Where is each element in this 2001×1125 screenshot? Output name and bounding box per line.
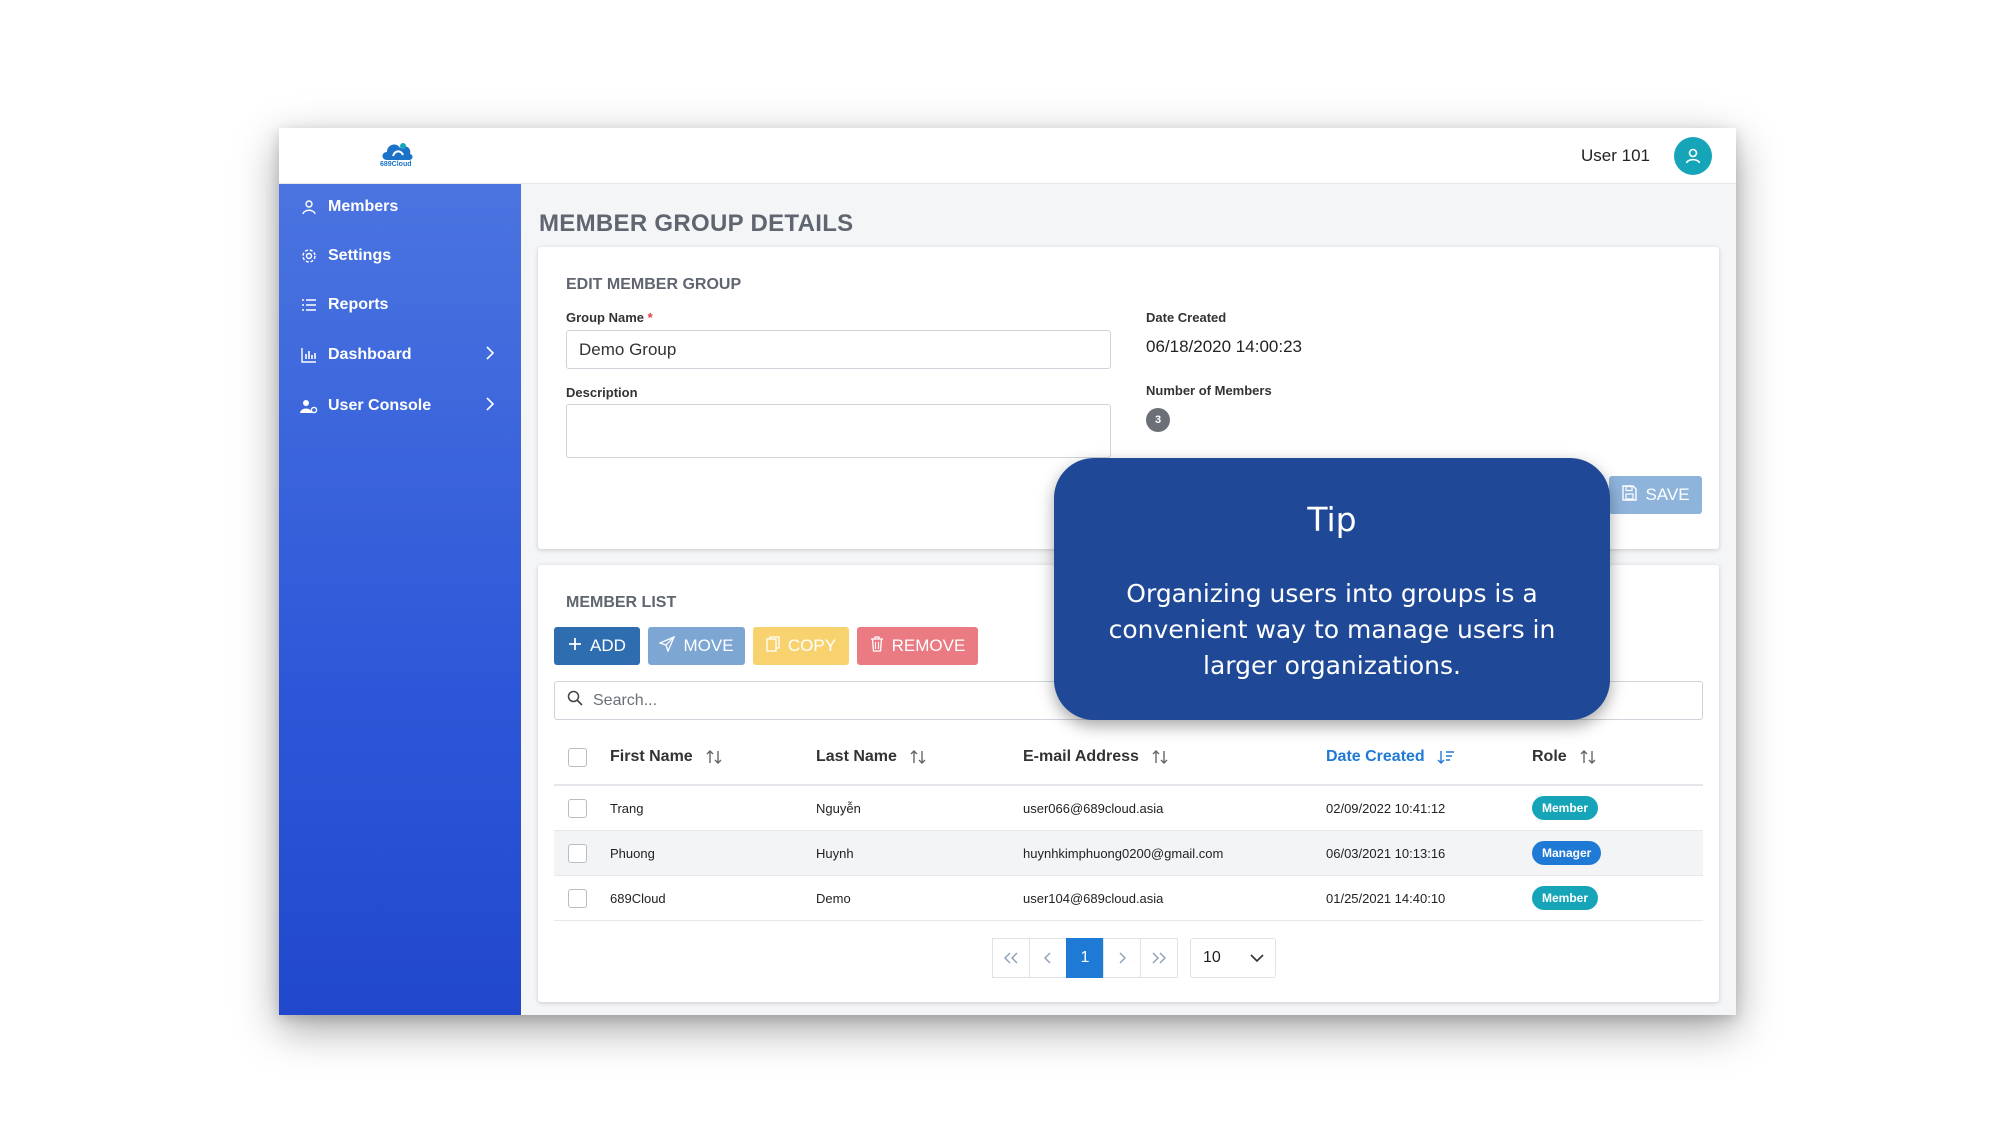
table-header: First Name Last Name E-mail Address Date… [554, 730, 1703, 786]
cell-first-name: Trang [610, 800, 644, 816]
floppy-disk-icon [1621, 484, 1638, 506]
pagination: 1 [992, 938, 1178, 978]
row-checkbox[interactable] [568, 876, 587, 920]
date-created-value: 06/18/2020 14:00:23 [1146, 337, 1302, 356]
date-created-label: Date Created [1146, 310, 1227, 325]
first-page-button[interactable] [992, 938, 1030, 978]
next-page-button[interactable] [1103, 938, 1141, 978]
required-mark: * [647, 310, 653, 325]
section-title: EDIT MEMBER GROUP [566, 276, 742, 293]
cell-first-name: 689Cloud [610, 890, 666, 906]
cell-last-name: Huynh [816, 845, 854, 861]
top-bar: 689Cloud User 101 [279, 128, 1736, 184]
cell-date-created: 01/25/2021 14:40:10 [1326, 890, 1446, 906]
description-input[interactable] [566, 404, 1111, 458]
cell-email: user066@689cloud.asia [1023, 800, 1164, 816]
last-page-button[interactable] [1140, 938, 1178, 978]
group-name-input[interactable]: Demo Group [566, 330, 1111, 369]
tip-callout: Tip Organizing users into groups is a co… [1054, 458, 1610, 720]
row-checkbox[interactable] [568, 786, 587, 830]
section-title: MEMBER LIST [566, 594, 677, 611]
chevron-down-icon [1250, 954, 1264, 963]
sort-descending-icon [1437, 749, 1455, 765]
cell-first-name: Phuong [610, 845, 655, 861]
send-icon [658, 635, 676, 657]
double-chevron-left-icon [1004, 952, 1018, 964]
cell-role: Member [1532, 876, 1599, 920]
role-badge: Manager [1532, 841, 1602, 865]
sidebar-item-reports[interactable]: Reports [299, 292, 499, 318]
sidebar-item-user-console[interactable]: User Console [299, 393, 499, 419]
table-row[interactable]: Phuong Huynh huynhkimphuong0200@gmail.co… [554, 831, 1703, 876]
column-date-created[interactable]: Date Created [1326, 730, 1455, 784]
user-icon [299, 197, 319, 217]
bar-chart-icon [299, 345, 319, 365]
column-email[interactable]: E-mail Address [1023, 730, 1169, 784]
sidebar-item-settings[interactable]: Settings [299, 243, 499, 269]
add-button[interactable]: ADD [554, 627, 640, 665]
sort-icon [1579, 749, 1597, 765]
select-all-checkbox[interactable] [568, 730, 587, 784]
column-last-name[interactable]: Last Name [816, 730, 927, 784]
trash-icon [870, 635, 884, 657]
sidebar-item-members[interactable]: Members [299, 194, 499, 220]
remove-button[interactable]: REMOVE [857, 627, 978, 665]
sidebar-item-label: Settings [328, 247, 392, 264]
group-name-label: Group Name * [566, 310, 653, 325]
table-row[interactable]: Trang Nguyễn user066@689cloud.asia 02/09… [554, 786, 1703, 831]
search-icon [567, 690, 583, 711]
cell-role: Manager [1532, 831, 1602, 875]
tip-title: Tip [1307, 500, 1357, 539]
cell-email: huynhkimphuong0200@gmail.com [1023, 845, 1224, 861]
copy-button[interactable]: COPY [753, 627, 849, 665]
chevron-left-icon [1044, 952, 1051, 964]
member-count-badge: 3 [1146, 408, 1170, 432]
chevron-right-icon [485, 345, 495, 366]
description-label: Description [566, 385, 638, 400]
sidebar-item-label: Members [328, 198, 399, 215]
move-button[interactable]: MOVE [648, 627, 745, 665]
member-count-label: Number of Members [1146, 383, 1272, 398]
row-checkbox[interactable] [568, 831, 587, 875]
gear-icon [299, 246, 319, 266]
page-title: MEMBER GROUP DETAILS [539, 210, 854, 237]
logo-text: 689Cloud [380, 161, 412, 168]
sidebar-item-label: Reports [328, 296, 389, 313]
user-gear-icon [299, 396, 319, 416]
avatar[interactable] [1674, 137, 1712, 175]
username[interactable]: User 101 [1581, 146, 1650, 166]
sidebar-item-dashboard[interactable]: Dashboard [299, 342, 499, 368]
chevron-right-icon [1119, 952, 1126, 964]
column-first-name[interactable]: First Name [610, 730, 723, 784]
save-button[interactable]: SAVE [1609, 476, 1702, 514]
plus-icon [568, 636, 582, 656]
cell-date-created: 02/09/2022 10:41:12 [1326, 800, 1446, 816]
search-placeholder: Search... [593, 691, 658, 709]
role-badge: Member [1532, 796, 1599, 820]
prev-page-button[interactable] [1029, 938, 1067, 978]
tip-body: Organizing users into groups is a conven… [1108, 579, 1556, 680]
list-icon [299, 295, 319, 315]
clipboard-icon [766, 635, 780, 657]
page-button-current[interactable]: 1 [1066, 938, 1104, 978]
cell-date-created: 06/03/2021 10:13:16 [1326, 845, 1446, 861]
sidebar-item-label: User Console [328, 397, 432, 414]
user-avatar-icon [1685, 148, 1701, 164]
sidebar: Members Settings Reports Dashboard User … [279, 184, 521, 1015]
cell-last-name: Nguyễn [816, 800, 861, 816]
sort-icon [1151, 749, 1169, 765]
sort-icon [705, 749, 723, 765]
cell-last-name: Demo [816, 890, 851, 906]
cell-role: Member [1532, 786, 1599, 830]
role-badge: Member [1532, 886, 1599, 910]
chevron-right-icon [485, 396, 495, 417]
cell-email: user104@689cloud.asia [1023, 890, 1164, 906]
double-chevron-right-icon [1152, 952, 1166, 964]
sort-icon [909, 749, 927, 765]
column-role[interactable]: Role [1532, 730, 1597, 784]
table-row[interactable]: 689Cloud Demo user104@689cloud.asia 01/2… [554, 876, 1703, 921]
sidebar-item-label: Dashboard [328, 346, 412, 363]
member-table: First Name Last Name E-mail Address Date… [554, 730, 1703, 921]
rows-per-page-select[interactable]: 10 [1190, 938, 1276, 978]
